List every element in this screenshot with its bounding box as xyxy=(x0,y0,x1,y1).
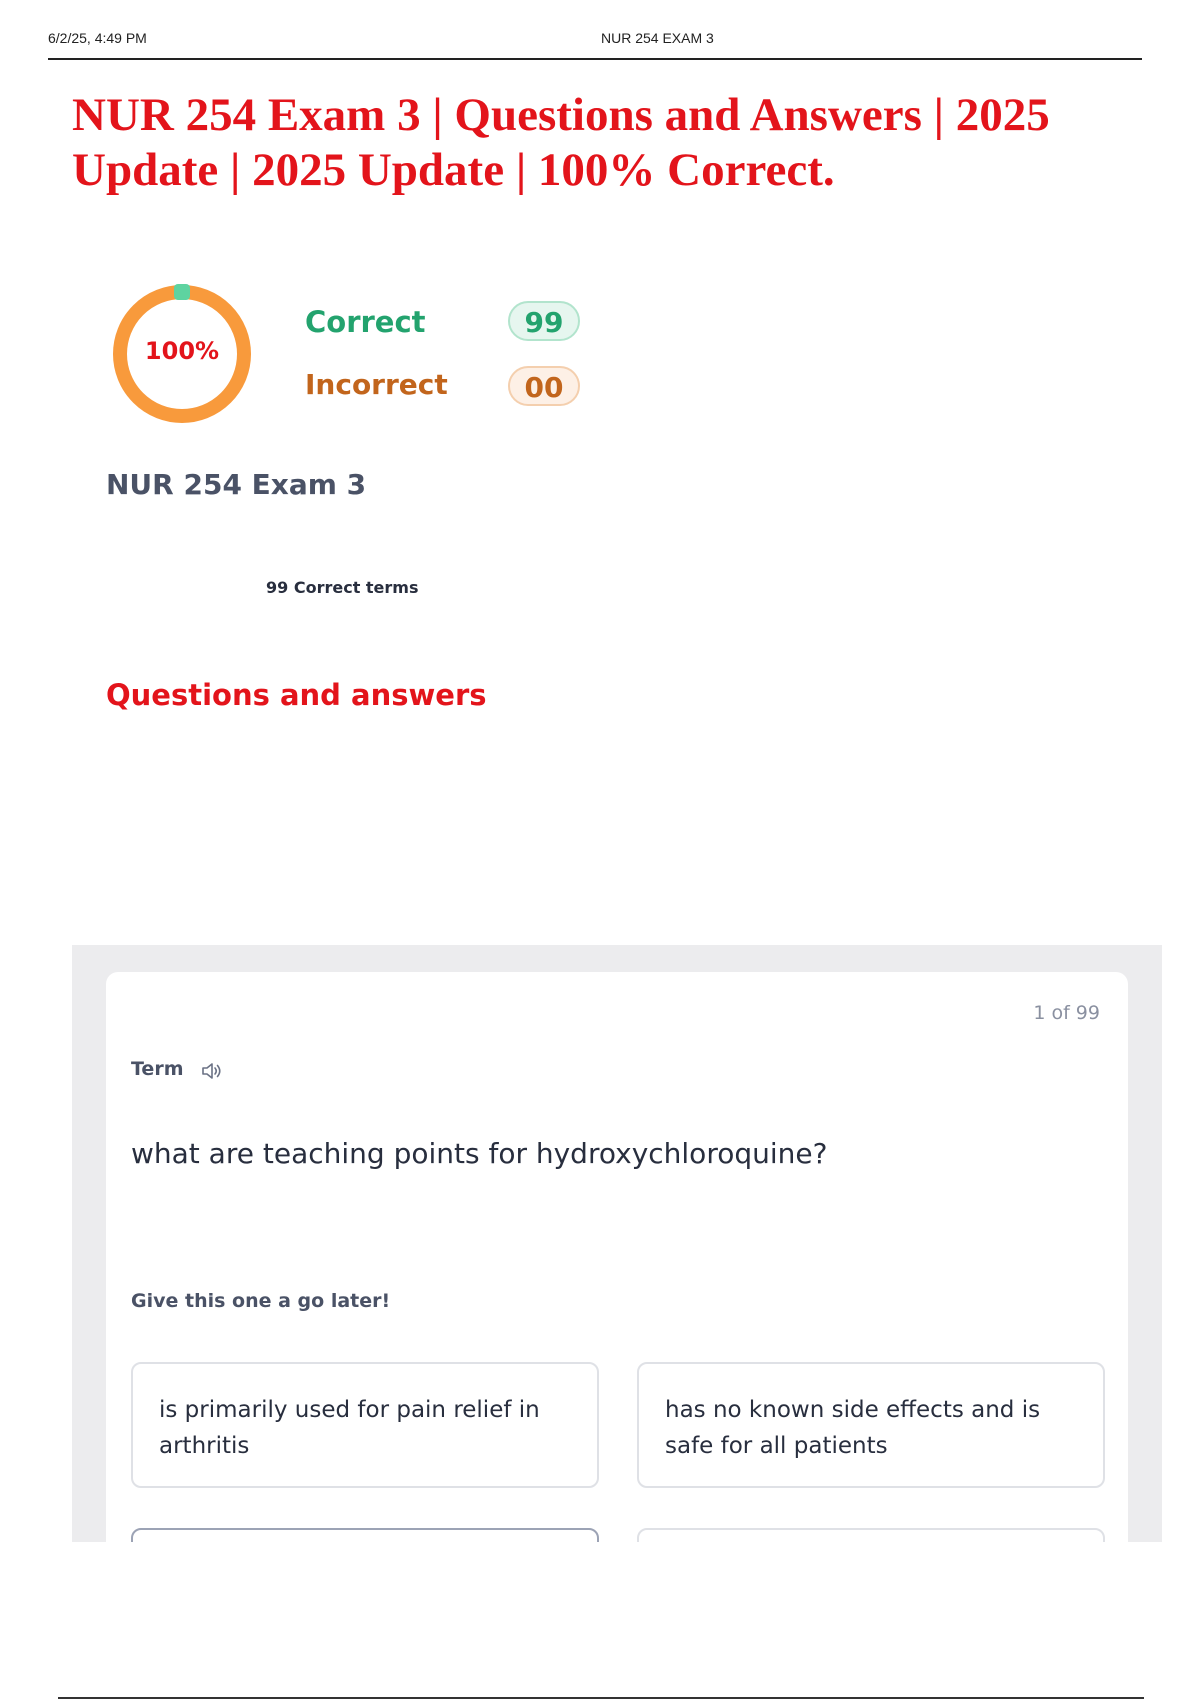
answer-option-3[interactable] xyxy=(131,1528,599,1542)
print-page-title: NUR 254 EXAM 3 xyxy=(601,30,714,46)
incorrect-label: Incorrect xyxy=(305,368,448,401)
terms-summary: 99 Correct terms xyxy=(266,578,419,597)
section-title: Questions and answers xyxy=(106,678,487,712)
speaker-icon[interactable] xyxy=(200,1060,224,1082)
question-card: 1 of 99 Term what are teaching points fo… xyxy=(106,972,1128,1542)
question-counter: 1 of 99 xyxy=(1033,1002,1100,1024)
set-title: NUR 254 Exam 3 xyxy=(106,468,367,501)
page-footer-rule xyxy=(58,1697,1144,1699)
answer-option-1[interactable]: is primarily used for pain relief in art… xyxy=(131,1362,599,1488)
flashcard-area: 1 of 99 Term what are teaching points fo… xyxy=(72,945,1162,1542)
score-percent: 100% xyxy=(144,337,220,365)
try-later-link[interactable]: Give this one a go later! xyxy=(131,1290,390,1312)
answer-option-4[interactable] xyxy=(637,1528,1105,1542)
answer-option-2[interactable]: has no known side effects and is safe fo… xyxy=(637,1362,1105,1488)
document-title: NUR 254 Exam 3 | Questions and Answers |… xyxy=(72,89,1050,196)
print-header: 6/2/25, 4:49 PM NUR 254 EXAM 3 xyxy=(48,30,1142,60)
incorrect-count-badge: 00 xyxy=(508,366,580,406)
correct-count-badge: 99 xyxy=(508,301,580,341)
print-datetime: 6/2/25, 4:49 PM xyxy=(48,30,147,46)
correct-label: Correct xyxy=(305,305,426,339)
term-label: Term xyxy=(131,1058,184,1080)
question-text: what are teaching points for hydroxychlo… xyxy=(131,1137,828,1170)
